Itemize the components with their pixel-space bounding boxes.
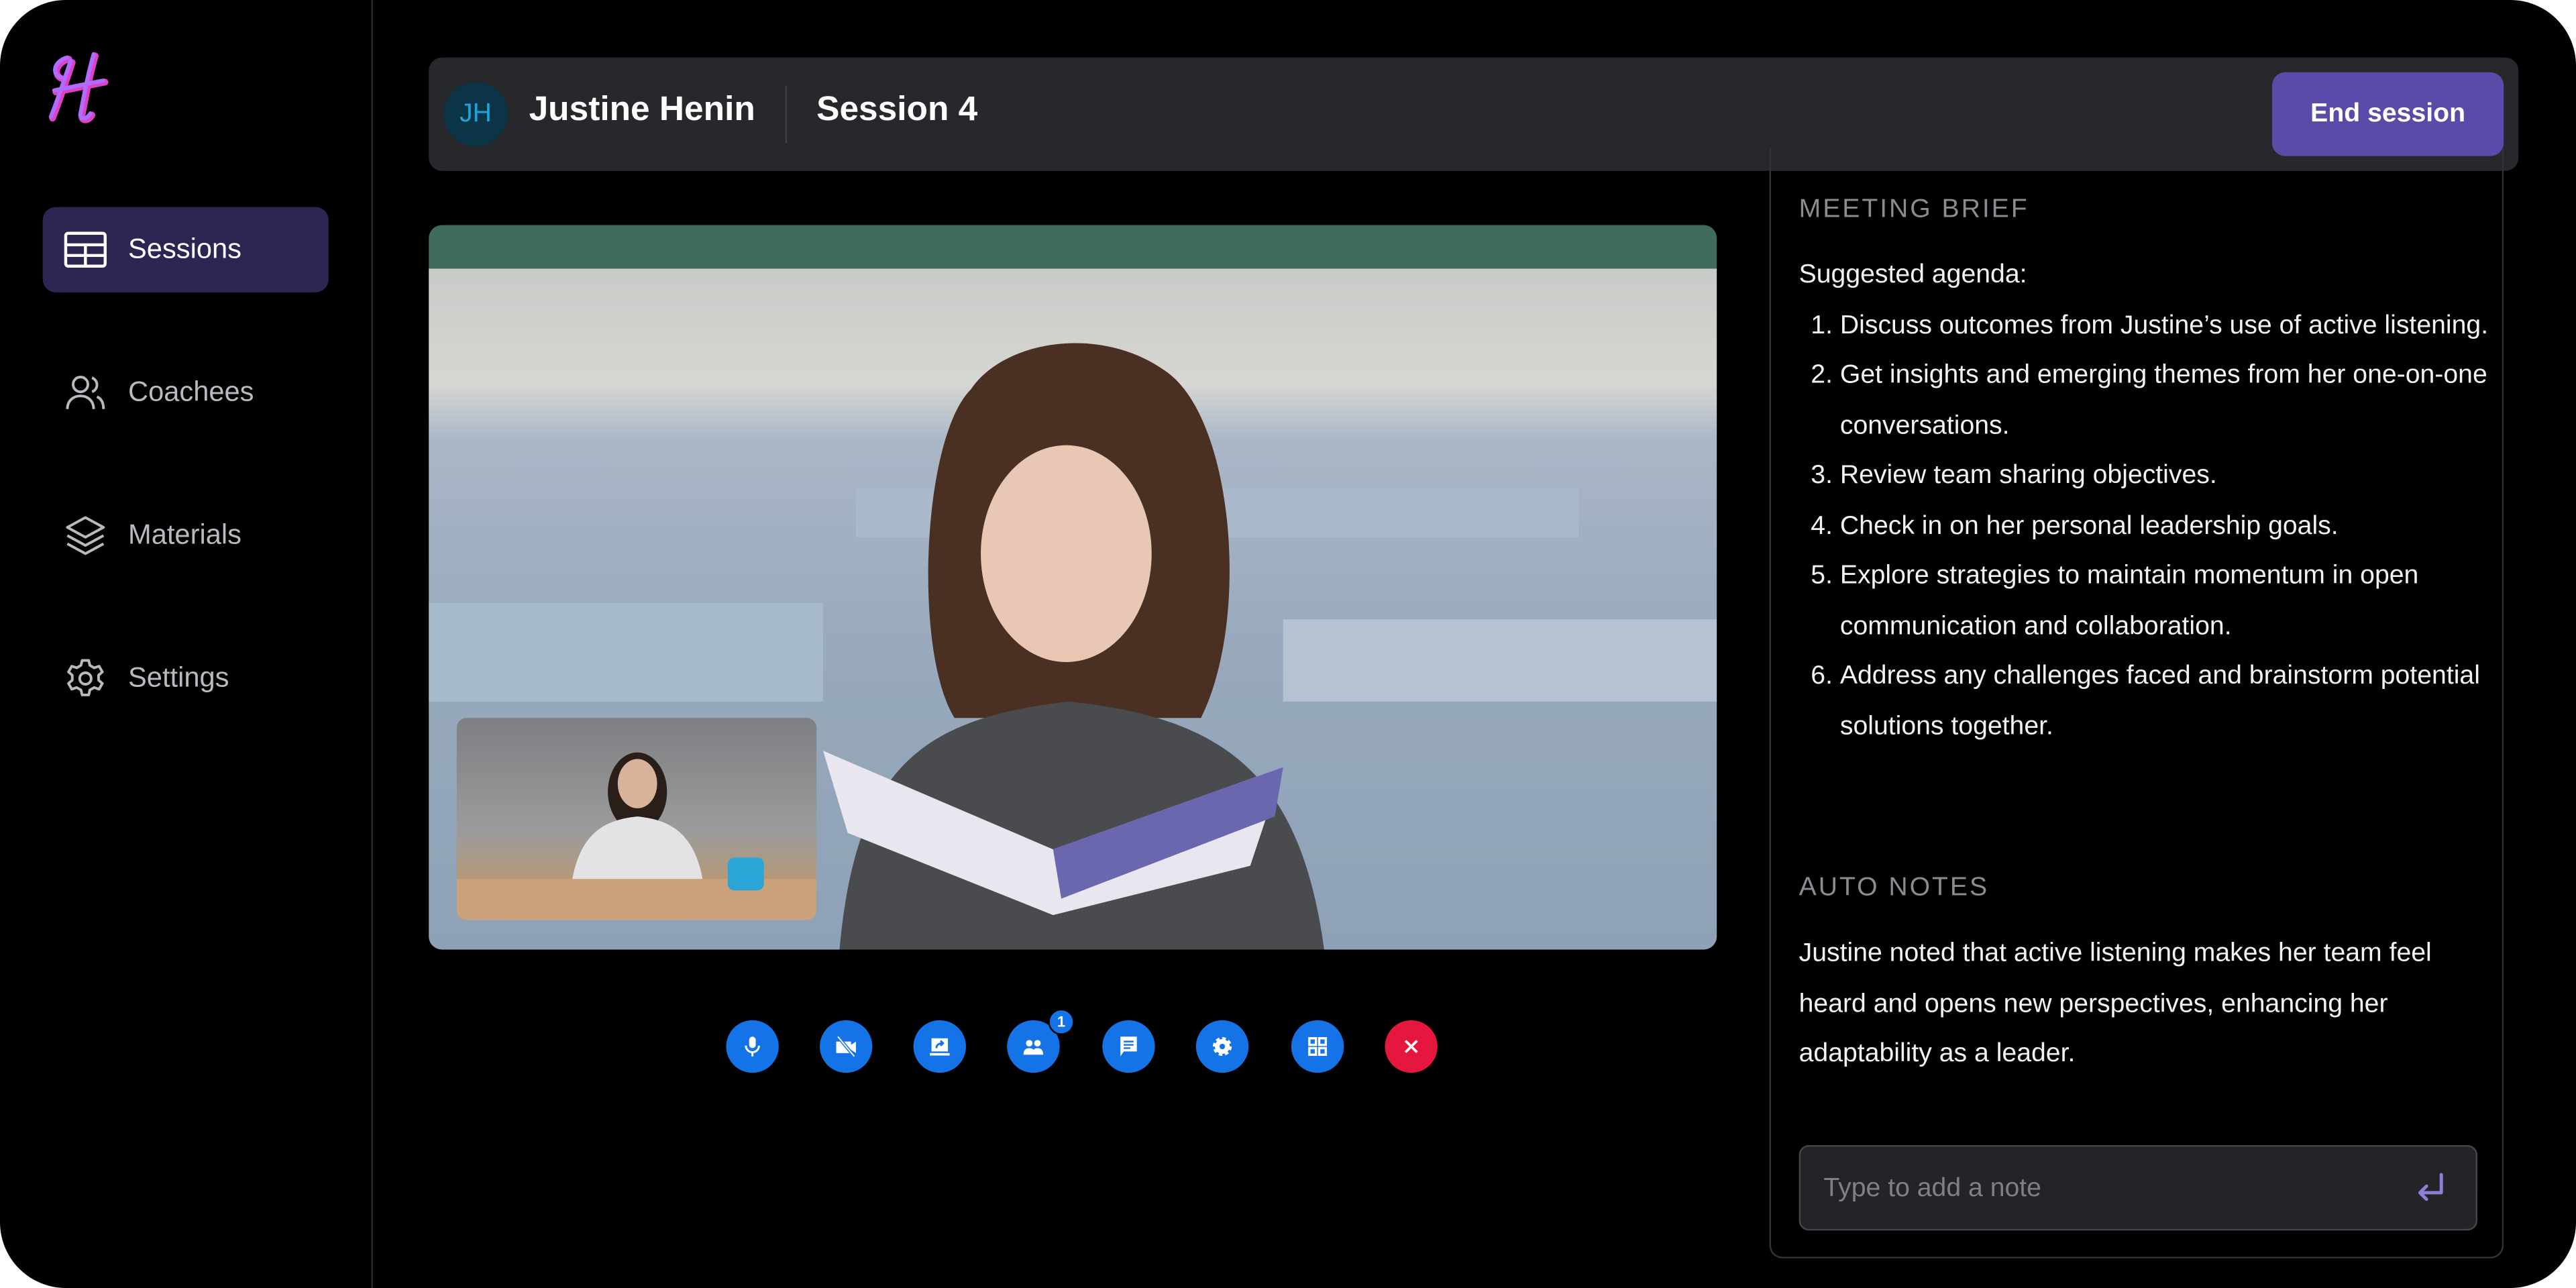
main-video-feed bbox=[429, 225, 1717, 950]
chat-icon bbox=[1120, 1036, 1137, 1057]
meeting-brief-title: MEETING BRIEF bbox=[1799, 195, 2029, 224]
grid-view-button[interactable] bbox=[1291, 1020, 1344, 1073]
grid-view-icon bbox=[1308, 1037, 1328, 1056]
sidebar: Sessions Coachees Materials Settings bbox=[0, 0, 373, 1288]
agenda: Suggested agenda: Discuss outcomes from … bbox=[1799, 252, 2489, 753]
end-session-button[interactable]: End session bbox=[2271, 72, 2504, 156]
auto-notes-text: Justine noted that active listening make… bbox=[1799, 939, 2432, 1068]
agenda-item: Check in on her personal leadership goal… bbox=[1840, 502, 2489, 552]
agenda-item: Get insights and emerging themes from he… bbox=[1840, 352, 2489, 451]
coachee-name: Justine Henin bbox=[529, 90, 755, 129]
leave-icon bbox=[1404, 1040, 1418, 1053]
session-title: Session 4 bbox=[816, 90, 978, 129]
screen-share-button[interactable] bbox=[913, 1020, 967, 1073]
header-divider bbox=[785, 85, 788, 144]
leave-call-button[interactable] bbox=[1385, 1020, 1438, 1073]
settings-icon bbox=[1212, 1036, 1232, 1057]
logo bbox=[48, 52, 109, 123]
sidebar-item-materials[interactable]: Materials bbox=[43, 493, 329, 578]
agenda-item: Review team sharing objectives. bbox=[1840, 451, 2489, 502]
table-icon bbox=[64, 231, 107, 268]
users-icon bbox=[66, 376, 105, 409]
agenda-item: Explore strategies to maintain momentum … bbox=[1840, 552, 2489, 652]
agenda-item: Discuss outcomes from Justine’s use of a… bbox=[1840, 301, 2489, 352]
mic-button[interactable] bbox=[726, 1020, 779, 1073]
avatar: JH bbox=[443, 82, 508, 146]
app-window: Sessions Coachees Materials Settings JH … bbox=[0, 0, 2576, 1288]
agenda-item: Address any challenges faced and brainst… bbox=[1840, 652, 2489, 752]
participants-icon bbox=[1023, 1040, 1044, 1055]
self-view-video bbox=[456, 718, 817, 920]
sidebar-item-coachees[interactable]: Coachees bbox=[43, 350, 329, 435]
sidebar-item-label: Sessions bbox=[128, 233, 241, 265]
self-view-image bbox=[456, 752, 817, 920]
mic-icon bbox=[745, 1036, 760, 1057]
note-input-box bbox=[1799, 1144, 2478, 1232]
agenda-list: Discuss outcomes from Justine’s use of a… bbox=[1799, 301, 2489, 752]
video-off-icon bbox=[836, 1035, 856, 1058]
side-panel: MEETING BRIEF Suggested agenda: Discuss … bbox=[1769, 148, 2504, 1258]
sidebar-item-settings[interactable]: Settings bbox=[43, 636, 329, 721]
agenda-intro: Suggested agenda: bbox=[1799, 261, 2027, 290]
sidebar-item-sessions[interactable]: Sessions bbox=[42, 207, 329, 292]
auto-notes-title: AUTO NOTES bbox=[1799, 873, 1990, 902]
note-input[interactable] bbox=[1820, 1146, 2385, 1232]
screen-share-icon bbox=[930, 1038, 950, 1056]
sidebar-item-label: Materials bbox=[128, 519, 241, 551]
sidebar-item-label: Coachees bbox=[128, 376, 254, 408]
chat-button[interactable] bbox=[1102, 1020, 1155, 1073]
layers-icon bbox=[66, 516, 105, 555]
settings-button[interactable] bbox=[1195, 1020, 1249, 1073]
participants-count-badge: 1 bbox=[1048, 1008, 1075, 1035]
camera-button[interactable] bbox=[820, 1020, 873, 1073]
enter-icon[interactable] bbox=[2414, 1170, 2450, 1206]
sidebar-item-label: Settings bbox=[128, 661, 229, 694]
gear-icon bbox=[67, 659, 104, 696]
